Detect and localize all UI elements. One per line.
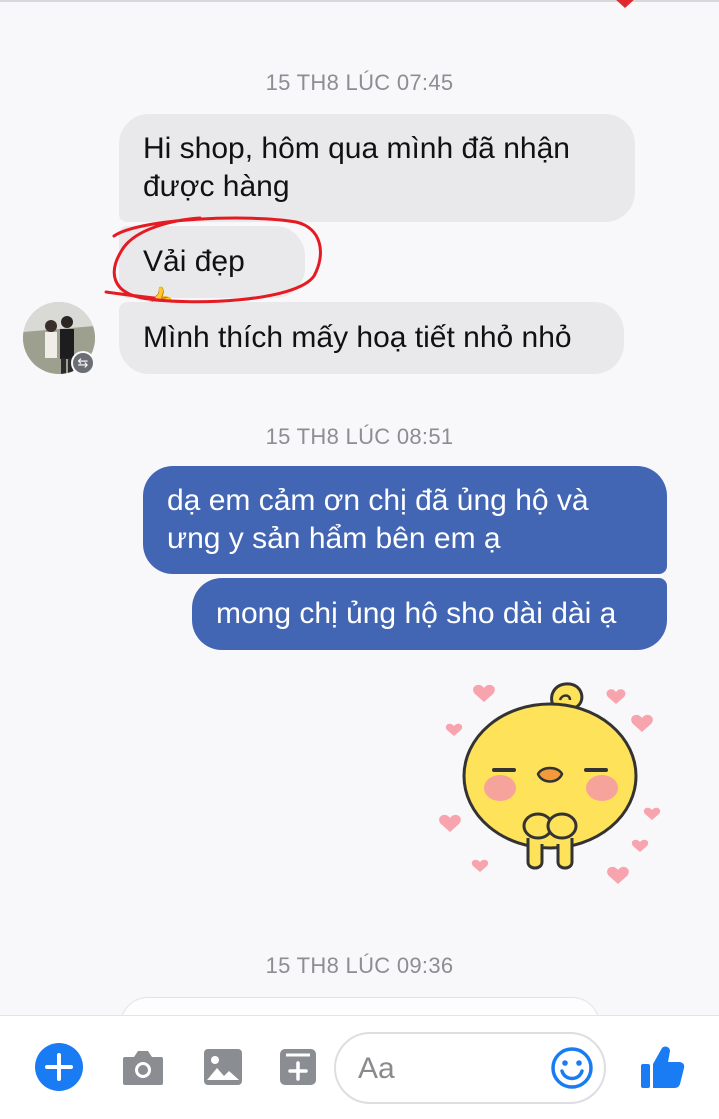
scroll-indicator-icon bbox=[616, 0, 634, 8]
messenger-sync-icon: ⇆ bbox=[71, 351, 95, 375]
plus-icon[interactable] bbox=[35, 1043, 83, 1091]
message-timestamp: 15 TH8 LÚC 09:36 bbox=[265, 953, 454, 978]
message-input[interactable]: Aa bbox=[334, 1032, 606, 1104]
incoming-message-bubble[interactable]: Hi shop, hôm qua mình đã nhận được hàng bbox=[119, 114, 635, 222]
message-text: Mình thích mấy hoạ tiết nhỏ nhỏ bbox=[143, 321, 572, 354]
outgoing-message-bubble[interactable]: dạ em cảm ơn chị đã ủng hộ và ưng y sản … bbox=[143, 466, 667, 574]
message-timestamp: 15 TH8 LÚC 07:45 bbox=[265, 70, 454, 95]
image-icon[interactable] bbox=[199, 1043, 247, 1091]
message-input-placeholder: Aa bbox=[358, 1052, 395, 1085]
incoming-message-bubble[interactable]: Vải đẹp 👍 bbox=[119, 226, 305, 315]
message-text-line: Hi shop, hôm qua mình đã nhận bbox=[143, 132, 570, 165]
message-text-line: ưng y sản hẩm bên em ạ bbox=[167, 522, 501, 555]
outgoing-message-bubble[interactable]: mong chị ủng hộ sho dài dài ạ bbox=[192, 578, 667, 650]
camera-icon[interactable] bbox=[119, 1043, 167, 1091]
emoji-icon[interactable] bbox=[550, 1046, 594, 1090]
incoming-message-bubble[interactable]: Mình thích mấy hoạ tiết nhỏ nhỏ bbox=[119, 302, 624, 374]
sticker-icon[interactable] bbox=[274, 1043, 322, 1091]
message-text: mong chị ủng hộ sho dài dài ạ bbox=[216, 597, 617, 630]
message-text-line: được hàng bbox=[143, 170, 290, 203]
message-text: Vải đẹp bbox=[143, 245, 245, 278]
message-timestamp: 15 TH8 LÚC 08:51 bbox=[265, 424, 454, 449]
like-icon[interactable] bbox=[638, 1043, 686, 1091]
chick-sticker[interactable] bbox=[430, 670, 670, 900]
message-text-line: dạ em cảm ơn chị đã ủng hộ và bbox=[167, 484, 589, 517]
